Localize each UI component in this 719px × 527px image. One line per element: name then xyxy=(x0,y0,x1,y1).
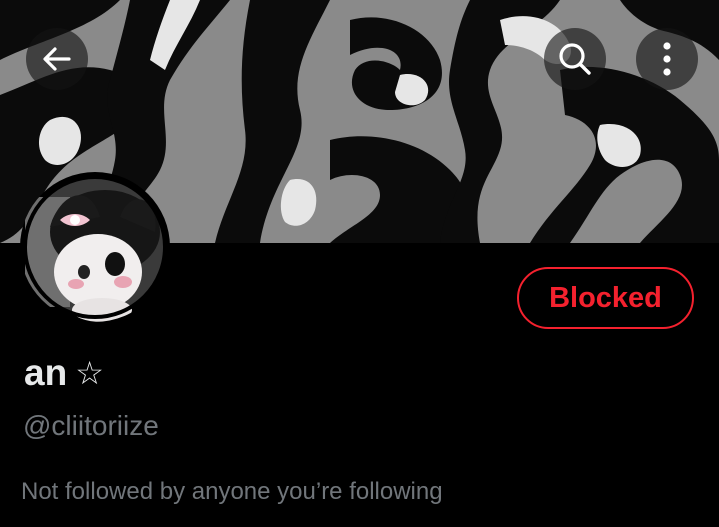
more-options-button[interactable] xyxy=(636,28,698,90)
display-name-text: an xyxy=(24,352,68,393)
avatar-image xyxy=(23,175,167,322)
search-icon xyxy=(559,43,591,75)
display-name: an ☆ xyxy=(24,352,104,394)
user-handle: @cliitoriize xyxy=(23,410,159,441)
avatar[interactable] xyxy=(20,172,170,322)
follow-context-text: Not followed by anyone you’re following xyxy=(21,478,443,505)
blocked-button[interactable]: Blocked xyxy=(517,267,694,329)
back-button[interactable] xyxy=(26,28,88,90)
search-button[interactable] xyxy=(544,28,606,90)
more-vertical-icon xyxy=(663,42,671,76)
arrow-left-icon xyxy=(43,47,71,71)
star-icon: ☆ xyxy=(75,354,104,392)
